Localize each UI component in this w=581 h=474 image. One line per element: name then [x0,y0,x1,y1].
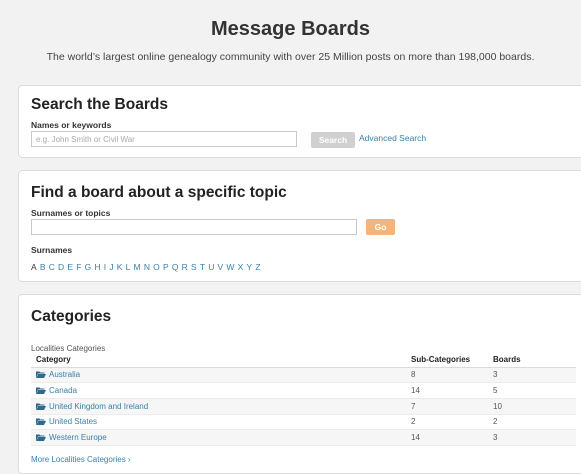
boards-count: 3 [488,429,576,446]
more-localities-link[interactable]: More Localities Categories › [31,455,131,464]
folder-open-icon [36,403,46,410]
category-link[interactable]: Western Europe [49,433,107,442]
table-row: Canada 14 5 [31,382,576,399]
surname-letter-h[interactable]: H [94,262,100,272]
folder-open-icon [36,371,46,379]
category-cell: Western Europe [31,429,406,446]
surname-letter-m[interactable]: M [134,262,141,272]
folder-open-icon [36,434,46,442]
search-input[interactable] [31,131,297,147]
surname-alphabet-list: ABCDEFGHIJKLMNOPQRSTUVWXYZ [31,262,264,272]
surname-letter-k[interactable]: K [117,262,123,272]
category-link[interactable]: Canada [49,386,77,395]
search-boards-card: Search the Boards Names or keywords Sear… [18,85,581,158]
surname-letter-y[interactable]: Y [246,262,252,272]
boards-count: 2 [488,414,576,431]
surnames-label: Surnames [31,245,73,255]
table-row: United States 2 2 [31,414,576,431]
surname-letter-l[interactable]: L [126,262,131,272]
topic-input[interactable] [31,219,357,235]
surname-letter-n[interactable]: N [144,262,150,272]
surname-letter-w[interactable]: W [226,262,234,272]
surnames-topics-label: Surnames or topics [31,208,111,218]
table-row: Western Europe 14 3 [31,429,576,446]
column-header-boards: Boards [488,353,576,368]
column-header-sub-categories: Sub-Categories [406,353,488,368]
surname-letter-g[interactable]: G [85,262,92,272]
search-boards-heading: Search the Boards [31,96,168,113]
sub-categories-count: 14 [406,382,488,399]
search-button[interactable]: Search [311,132,355,148]
sub-categories-count: 7 [406,398,488,415]
surname-letter-r[interactable]: R [182,262,188,272]
find-board-card: Find a board about a specific topic Surn… [18,170,581,282]
page-header: Message Boards The world’s largest onlin… [0,0,581,80]
category-cell: United Kingdom and Ireland [31,398,406,415]
surname-letter-f[interactable]: F [76,262,81,272]
folder-open-icon [36,418,46,426]
find-board-heading: Find a board about a specific topic [31,184,287,201]
boards-count: 5 [488,382,576,399]
category-link[interactable]: United Kingdom and Ireland [49,402,148,411]
sub-categories-count: 2 [406,414,488,431]
table-row: Australia 8 3 [31,367,576,384]
boards-count: 10 [488,398,576,415]
table-header-row: Category Sub-Categories Boards [31,353,576,368]
surname-letter-j[interactable]: J [109,262,113,272]
category-cell: Australia [31,367,406,384]
surname-letter-b[interactable]: B [40,262,46,272]
categories-heading: Categories [31,308,112,325]
surname-letter-i[interactable]: I [104,262,106,272]
surname-letter-d[interactable]: D [58,262,64,272]
boards-count: 3 [488,367,576,384]
surname-letter-s[interactable]: S [191,262,197,272]
surname-letter-u[interactable]: U [208,262,214,272]
names-keywords-label: Names or keywords [31,120,112,130]
category-cell: United States [31,414,406,431]
surname-letter-o[interactable]: O [153,262,160,272]
surname-letter-z[interactable]: Z [255,262,260,272]
category-cell: Canada [31,382,406,399]
sub-categories-count: 14 [406,429,488,446]
page-title: Message Boards [211,18,370,40]
categories-table: Category Sub-Categories Boards Australia… [31,353,576,446]
folder-open-icon [36,387,46,395]
localities-categories-label: Localities Categories [31,344,106,353]
go-button[interactable]: Go [366,219,395,235]
table-row: United Kingdom and Ireland 7 10 [31,398,576,415]
surname-letter-c[interactable]: C [49,262,55,272]
surname-letter-q[interactable]: Q [172,262,179,272]
column-header-category: Category [31,353,406,368]
sub-categories-count: 8 [406,367,488,384]
surname-letter-v[interactable]: V [218,262,224,272]
categories-card: Categories Localities Categories Categor… [18,294,581,474]
surname-letter-a[interactable]: A [31,262,37,272]
surname-letter-e[interactable]: E [67,262,73,272]
category-link[interactable]: Australia [49,370,80,379]
page-subtitle: The world’s largest online genealogy com… [46,51,535,63]
category-link[interactable]: United States [49,417,97,426]
advanced-search-link[interactable]: Advanced Search [359,133,426,143]
surname-letter-x[interactable]: X [238,262,244,272]
surname-letter-t[interactable]: T [200,262,205,272]
surname-letter-p[interactable]: P [163,262,169,272]
